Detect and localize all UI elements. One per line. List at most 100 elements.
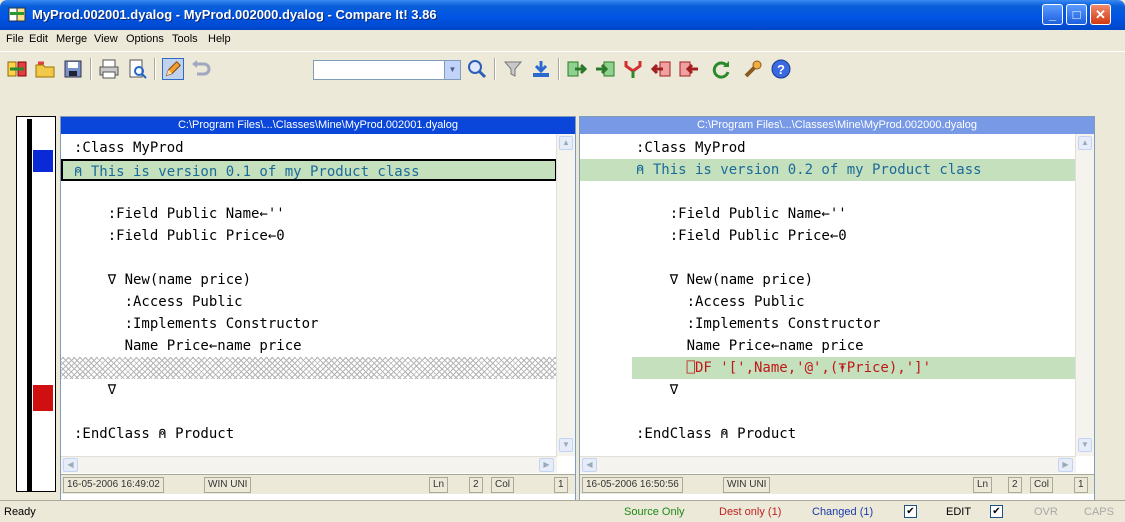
close-button[interactable]: ✕: [1090, 4, 1111, 25]
menu-edit[interactable]: Edit: [29, 33, 48, 45]
menu-tools[interactable]: Tools: [172, 33, 198, 45]
right-compare-pane[interactable]: C:\Program Files\...\Classes\Mine\MyProd…: [579, 116, 1095, 514]
find-icon[interactable]: [466, 58, 488, 80]
overview-change-marker: [33, 385, 53, 411]
right-pane-status: 16-05-2006 16:50:56 WIN UNI Ln 2 Col 1: [580, 474, 1094, 494]
menu-merge[interactable]: Merge: [56, 33, 87, 45]
code-line-added[interactable]: ⎕DF '[',Name,'@',(⍕Price),']': [632, 357, 1076, 379]
right-horizontal-scrollbar[interactable]: ◀ ▶: [580, 456, 1076, 473]
code-line[interactable]: :Access Public: [580, 291, 1076, 313]
scroll-up-icon[interactable]: ▲: [1078, 136, 1092, 150]
compare-app-icon: [8, 7, 26, 22]
left-horizontal-scrollbar[interactable]: ◀ ▶: [61, 456, 557, 473]
print-preview-icon[interactable]: [126, 58, 148, 80]
overwrite-indicator: OVR: [1034, 506, 1058, 518]
window-title: MyProd.002001.dyalog - MyProd.002000.dya…: [32, 7, 437, 22]
copy-block-right-icon[interactable]: [594, 58, 616, 80]
scroll-left-icon[interactable]: ◀: [582, 458, 597, 472]
merge-icon[interactable]: [622, 58, 644, 80]
diff-overview-bar[interactable]: [16, 116, 56, 492]
code-line[interactable]: :Field Public Price←0: [580, 225, 1076, 247]
code-line[interactable]: :Field Public Price←0: [61, 225, 557, 247]
left-compare-pane[interactable]: C:\Program Files\...\Classes\Mine\MyProd…: [60, 116, 576, 514]
status-bar: Ready Source Only Dest only (1) Changed …: [0, 500, 1125, 522]
edit-checkbox[interactable]: ✔: [990, 505, 1003, 518]
scroll-down-icon[interactable]: ▼: [559, 438, 573, 452]
refresh-icon[interactable]: [710, 58, 732, 80]
right-ln-value: 2: [1008, 477, 1022, 493]
right-file-encoding: WIN UNI: [723, 477, 771, 493]
chevron-down-icon[interactable]: ▼: [444, 61, 460, 79]
right-file-datetime: 16-05-2006 16:50:56: [582, 477, 683, 493]
code-line[interactable]: ∇: [61, 379, 557, 401]
left-file-encoding: WIN UNI: [204, 477, 252, 493]
code-line-changed[interactable]: ⍝ This is version 0.2 of my Product clas…: [580, 159, 1076, 181]
code-line[interactable]: ∇ New(name price): [61, 269, 557, 291]
code-line[interactable]: :Field Public Name←'': [580, 203, 1076, 225]
download-icon[interactable]: [530, 58, 552, 80]
copy-block-left-icon[interactable]: [678, 58, 700, 80]
menu-bar: File Edit Merge View Options Tools Help: [0, 30, 1125, 50]
code-line[interactable]: ∇: [580, 379, 1076, 401]
scroll-up-icon[interactable]: ▲: [559, 136, 573, 150]
changed-count[interactable]: Changed (1): [812, 504, 873, 520]
left-code-area[interactable]: :Class MyProd ⍝ This is version 0.1 of m…: [61, 134, 557, 456]
right-ln-label: Ln: [973, 477, 993, 493]
tools-icon[interactable]: [742, 58, 764, 80]
left-vertical-scrollbar[interactable]: ▲ ▼: [556, 134, 575, 456]
code-line[interactable]: Name Price←name price: [580, 335, 1076, 357]
code-line[interactable]: :EndClass ⍝ Product: [61, 423, 557, 445]
code-line[interactable]: [61, 247, 557, 269]
menu-view[interactable]: View: [94, 33, 118, 45]
left-pane-status: 16-05-2006 16:49:02 WIN UNI Ln 2 Col 1: [61, 474, 575, 494]
code-line[interactable]: [580, 401, 1076, 423]
dest-only-count[interactable]: Dest only (1): [719, 504, 781, 520]
compare-icon[interactable]: [6, 58, 28, 80]
maximize-button[interactable]: □: [1066, 4, 1087, 25]
right-vertical-scrollbar[interactable]: ▲ ▼: [1075, 134, 1094, 456]
code-line[interactable]: :EndClass ⍝ Product: [580, 423, 1076, 445]
right-pane-path: C:\Program Files\...\Classes\Mine\MyProd…: [580, 117, 1094, 134]
code-line[interactable]: :Class MyProd: [61, 137, 557, 159]
changed-checkbox[interactable]: ✔: [904, 505, 917, 518]
code-line[interactable]: Name Price←name price: [61, 335, 557, 357]
code-line[interactable]: :Class MyProd: [580, 137, 1076, 159]
scroll-right-icon[interactable]: ▶: [1058, 458, 1073, 472]
menu-options[interactable]: Options: [126, 33, 164, 45]
code-line-missing[interactable]: [61, 357, 557, 379]
svg-text:?: ?: [777, 62, 785, 77]
overview-current-marker: [33, 150, 53, 172]
code-line[interactable]: :Access Public: [61, 291, 557, 313]
copy-right-icon[interactable]: [566, 58, 588, 80]
right-code-area[interactable]: :Class MyProd ⍝ This is version 0.2 of m…: [580, 134, 1076, 456]
edit-pencil-icon[interactable]: [162, 58, 184, 80]
code-line[interactable]: [61, 401, 557, 423]
left-ln-label: Ln: [429, 477, 449, 493]
code-line[interactable]: :Implements Constructor: [580, 313, 1076, 335]
open-folders-icon[interactable]: [34, 58, 56, 80]
scroll-right-icon[interactable]: ▶: [539, 458, 554, 472]
print-icon[interactable]: [98, 58, 120, 80]
filter-icon[interactable]: [502, 58, 524, 80]
code-line[interactable]: ∇ New(name price): [580, 269, 1076, 291]
search-input[interactable]: ▼: [313, 60, 461, 80]
help-icon[interactable]: ?: [770, 58, 792, 80]
scroll-left-icon[interactable]: ◀: [63, 458, 78, 472]
caps-indicator: CAPS: [1084, 506, 1114, 518]
save-icon[interactable]: [62, 58, 84, 80]
minimize-button[interactable]: _: [1042, 4, 1063, 25]
toolbar-separator: [154, 58, 156, 80]
code-line[interactable]: [580, 247, 1076, 269]
code-line[interactable]: :Field Public Name←'': [61, 203, 557, 225]
scroll-down-icon[interactable]: ▼: [1078, 438, 1092, 452]
copy-left-icon[interactable]: [650, 58, 672, 80]
source-only-count[interactable]: Source Only: [624, 504, 685, 520]
code-line[interactable]: [61, 181, 557, 203]
undo-icon[interactable]: [190, 58, 212, 80]
code-line[interactable]: :Implements Constructor: [61, 313, 557, 335]
code-line-changed[interactable]: ⍝ This is version 0.1 of my Product clas…: [61, 159, 557, 181]
code-line[interactable]: [580, 181, 1076, 203]
menu-file[interactable]: File: [6, 33, 24, 45]
overview-track: [27, 119, 32, 491]
menu-help[interactable]: Help: [208, 33, 231, 45]
